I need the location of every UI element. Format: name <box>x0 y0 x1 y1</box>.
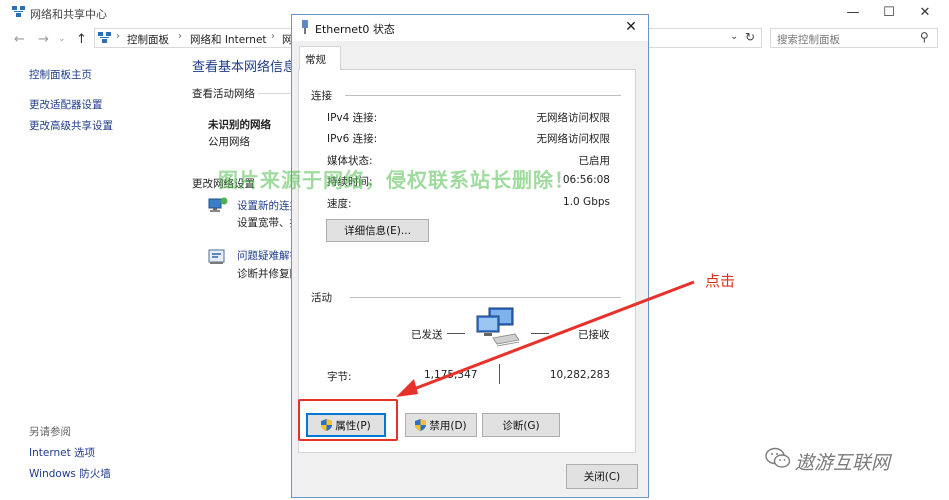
ipv4-value: 无网络访问权限 <box>536 112 611 124</box>
up-arrow-icon[interactable]: ↑ <box>76 32 87 47</box>
windows-firewall-link[interactable]: Windows 防火墙 <box>29 466 111 481</box>
connection-group-line <box>345 95 621 96</box>
diagnose-button-label: 诊断(G) <box>502 419 540 432</box>
troubleshoot-icon <box>208 249 225 264</box>
bytes-label: 字节: <box>327 371 352 383</box>
sidebar-adapter-settings-link[interactable]: 更改适配器设置 <box>29 97 103 112</box>
connection-group-label: 连接 <box>311 90 332 102</box>
copyright-watermark: 图片来源于网络，侵权联系站长删除！ <box>218 168 575 192</box>
minimize-button[interactable]: — <box>838 2 868 22</box>
uac-shield-icon <box>415 419 427 431</box>
ethernet-adapter-icon <box>302 20 308 34</box>
ipv4-label: IPv4 连接: <box>327 112 378 124</box>
background-window-title: 网络和共享中心 <box>30 8 107 21</box>
new-connection-icon <box>208 197 228 212</box>
forward-arrow-icon[interactable]: → <box>38 32 49 47</box>
click-annotation-label: 点击 <box>705 272 736 290</box>
breadcrumb-separator-icon: › <box>271 31 275 42</box>
diagnose-button[interactable]: 诊断(G) <box>482 413 560 437</box>
tab-general-label: 常规 <box>305 54 326 66</box>
close-dialog-button[interactable]: 关闭(C) <box>566 464 638 489</box>
breadcrumb-separator-icon: › <box>116 31 120 42</box>
brand-watermark: 遨游互联网 <box>795 452 891 474</box>
address-dropdown-icon[interactable]: ⌄ <box>730 31 738 42</box>
internet-options-link[interactable]: Internet 选项 <box>29 445 95 460</box>
breadcrumb-network-internet[interactable]: 网络和 Internet <box>190 32 267 47</box>
breadcrumb-control-panel[interactable]: 控制面板 <box>127 32 169 47</box>
sidebar-advanced-sharing-link[interactable]: 更改高级共享设置 <box>29 118 113 133</box>
maximize-icon: ☐ <box>883 4 895 20</box>
section-divider <box>258 93 292 94</box>
see-also-heading: 另请参阅 <box>29 426 71 438</box>
dialog-title: Ethernet0 状态 <box>315 23 395 36</box>
maximize-button[interactable]: ☐ <box>874 2 904 22</box>
ipv6-value: 无网络访问权限 <box>536 133 611 145</box>
minimize-icon: — <box>846 4 860 20</box>
network-center-icon <box>12 6 25 18</box>
media-state-value: 已启用 <box>578 155 611 167</box>
details-button[interactable]: 详细信息(E)... <box>326 219 429 242</box>
control-panel-icon <box>98 32 111 44</box>
disable-button-label: 禁用(D) <box>429 419 467 432</box>
active-networks-label: 查看活动网络 <box>192 88 255 100</box>
disable-button[interactable]: 禁用(D) <box>405 413 477 437</box>
search-icon[interactable]: ⚲ <box>920 30 929 44</box>
network-name: 未识别的网络 <box>208 119 271 131</box>
back-arrow-icon[interactable]: ← <box>14 32 25 47</box>
red-arrow-annotation <box>396 280 695 397</box>
speed-value: 1.0 Gbps <box>563 196 610 208</box>
close-window-button[interactable]: ✕ <box>910 2 940 22</box>
page-title: 查看基本网络信息 <box>192 60 297 75</box>
wechat-icon <box>765 447 791 468</box>
refresh-icon[interactable]: ↻ <box>745 30 755 44</box>
close-dialog-button-label: 关闭(C) <box>583 471 621 483</box>
close-icon: ✕ <box>919 4 931 20</box>
dialog-close-button[interactable]: ✕ <box>620 17 642 37</box>
details-button-label: 详细信息(E)... <box>344 225 411 237</box>
network-type: 公用网络 <box>208 136 250 148</box>
ipv6-label: IPv6 连接: <box>327 133 378 145</box>
close-icon: ✕ <box>625 19 637 35</box>
breadcrumb-separator-icon: › <box>178 31 182 42</box>
activity-group-label: 活动 <box>311 292 332 304</box>
recent-dropdown-icon[interactable]: ⌄ <box>58 34 66 44</box>
speed-label: 速度: <box>327 198 352 210</box>
search-placeholder: 搜索控制面板 <box>777 34 840 46</box>
sidebar-home-link[interactable]: 控制面板主页 <box>29 67 92 82</box>
properties-highlight-box <box>298 399 398 441</box>
